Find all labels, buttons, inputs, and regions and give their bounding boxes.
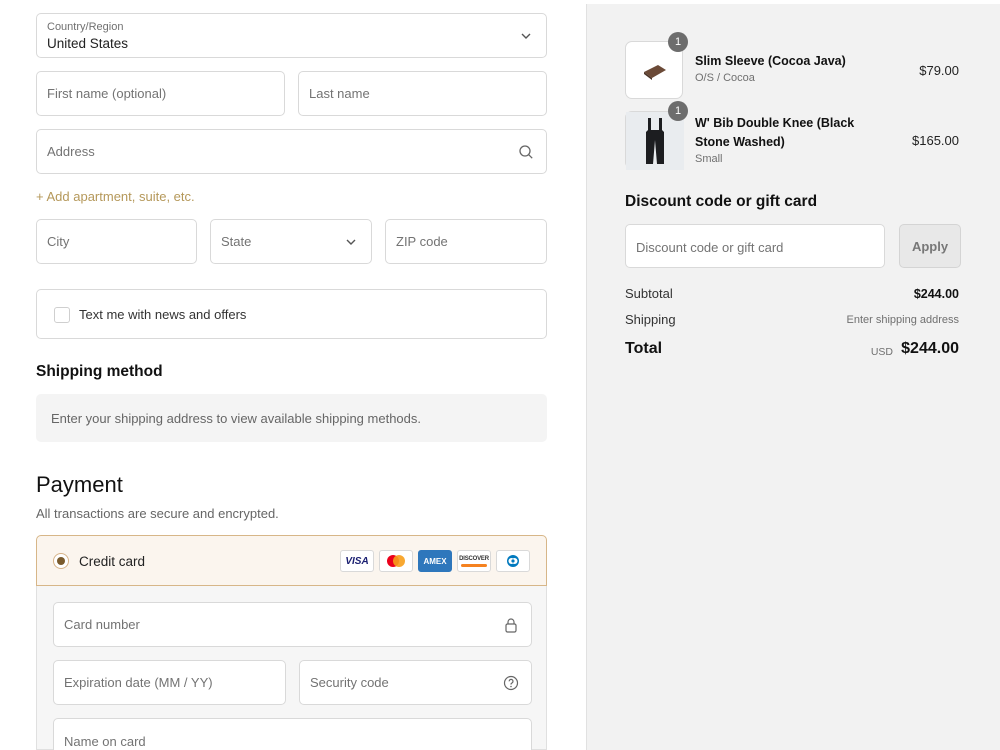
discount-input[interactable]: Discount code or gift card: [625, 224, 885, 268]
credit-card-label: Credit card: [79, 554, 146, 569]
credit-card-radio[interactable]: [53, 553, 69, 569]
zip-field[interactable]: ZIP code: [385, 219, 547, 264]
quantity-badge: 1: [668, 101, 688, 121]
shipping-method-message: Enter your shipping address to view avai…: [51, 411, 421, 426]
shipping-label: Shipping: [625, 312, 676, 327]
shipping-method-heading: Shipping method: [36, 363, 163, 380]
item-name: Slim Sleeve (Cocoa Java): [695, 54, 846, 68]
item-name: W' Bib Double Knee (Black Stone Washed): [695, 116, 855, 149]
lock-icon: [505, 617, 517, 633]
text-me-label[interactable]: Text me with news and offers: [79, 307, 246, 322]
shipping-value: Enter shipping address: [846, 314, 959, 326]
chevron-down-icon: [346, 239, 356, 245]
credit-card-form: Card number Expiration date (MM / YY) Se…: [36, 586, 547, 750]
first-name-field[interactable]: First name (optional): [36, 71, 285, 116]
card-brand-list: VISA AMEX DISCOVER: [340, 550, 530, 572]
country-label: Country/Region: [47, 21, 124, 33]
payment-subtitle: All transactions are secure and encrypte…: [36, 506, 279, 521]
text-me-checkbox[interactable]: [54, 307, 70, 323]
payment-heading: Payment: [36, 472, 123, 497]
total-value: $244.00: [901, 340, 959, 357]
state-select[interactable]: State: [210, 219, 372, 264]
amex-icon: AMEX: [418, 550, 452, 572]
help-icon[interactable]: [503, 675, 519, 691]
first-name-placeholder: First name (optional): [47, 86, 167, 101]
discover-icon: DISCOVER: [457, 550, 491, 572]
apply-button[interactable]: Apply: [899, 224, 961, 268]
text-me-option: Text me with news and offers: [36, 289, 547, 339]
total-currency: USD: [870, 346, 893, 358]
city-field[interactable]: City: [36, 219, 197, 264]
mastercard-icon: [379, 550, 413, 572]
subtotal-label: Subtotal: [625, 286, 673, 301]
zip-placeholder: ZIP code: [396, 234, 448, 249]
item-price: $79.00: [919, 63, 959, 78]
security-code-placeholder: Security code: [310, 675, 389, 690]
name-on-card-placeholder: Name on card: [64, 734, 146, 749]
discount-placeholder: Discount code or gift card: [636, 240, 784, 255]
address-field[interactable]: Address: [36, 129, 547, 174]
subtotal-value: $244.00: [913, 287, 959, 301]
city-placeholder: City: [47, 234, 70, 249]
last-name-field[interactable]: Last name: [298, 71, 547, 116]
discount-heading: Discount code or gift card: [625, 193, 818, 210]
chevron-down-icon: [521, 33, 531, 39]
last-name-placeholder: Last name: [309, 86, 370, 101]
search-icon[interactable]: [518, 144, 534, 160]
card-number-placeholder: Card number: [64, 617, 140, 632]
expiration-placeholder: Expiration date (MM / YY): [64, 675, 213, 690]
name-on-card-field[interactable]: Name on card: [53, 718, 532, 750]
expiration-field[interactable]: Expiration date (MM / YY): [53, 660, 286, 705]
security-code-field[interactable]: Security code: [299, 660, 532, 705]
checkout-form: Country/Region United States First name …: [0, 0, 586, 750]
total-label: Total: [625, 340, 663, 357]
state-placeholder: State: [221, 234, 252, 249]
quantity-badge: 1: [668, 32, 688, 52]
country-value: United States: [47, 36, 129, 51]
address-placeholder: Address: [47, 144, 95, 159]
add-apartment-link[interactable]: + Add apartment, suite, etc.: [36, 189, 195, 204]
shipping-method-notice: Enter your shipping address to view avai…: [36, 394, 547, 442]
item-price: $165.00: [912, 133, 959, 148]
item-variant: O/S / Cocoa: [695, 72, 755, 84]
diners-club-icon: [496, 550, 530, 572]
credit-card-option[interactable]: Credit card VISA AMEX DISCOVER: [36, 535, 547, 586]
card-number-field[interactable]: Card number: [53, 602, 532, 647]
order-summary: 1 Slim Sleeve (Cocoa Java) O/S / Cocoa $…: [586, 4, 1000, 750]
country-select[interactable]: Country/Region United States: [36, 13, 547, 58]
item-variant: Small: [695, 153, 723, 165]
visa-icon: VISA: [340, 550, 374, 572]
